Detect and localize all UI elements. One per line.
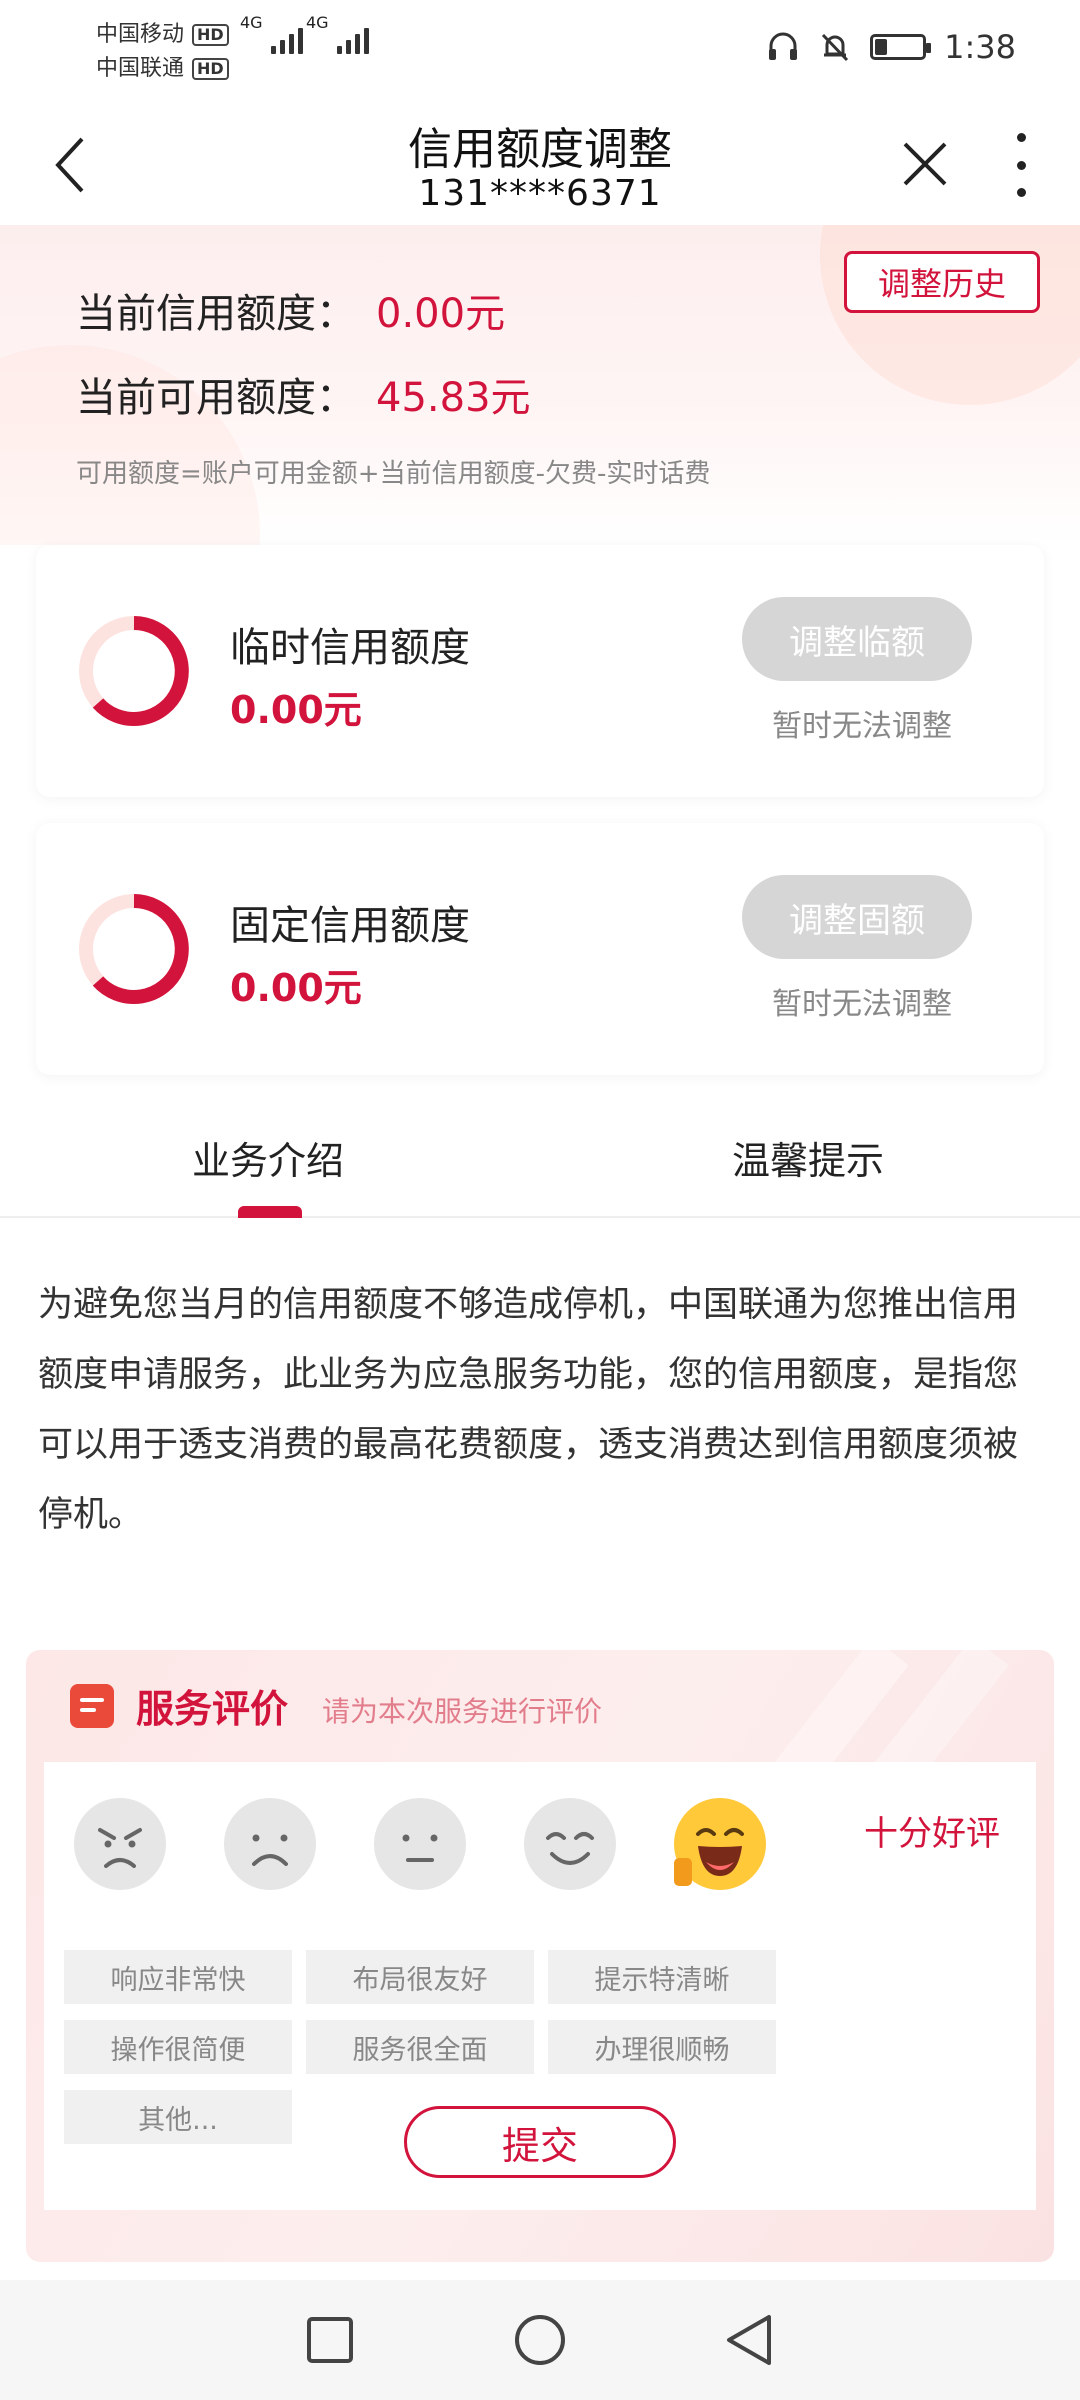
sad-face-icon[interactable] [224, 1798, 316, 1890]
tab-business-intro[interactable]: 业务介绍 [192, 1130, 344, 1185]
current-available-line: 当前可用额度： 45.83元 [76, 365, 531, 423]
system-nav-bar [0, 2280, 1080, 2400]
current-credit-value: 0.00元 [376, 291, 506, 337]
ring-progress-icon [79, 616, 189, 726]
dot-icon [1016, 133, 1026, 142]
evaluation-hint: 请为本次服务进行评价 [322, 1695, 603, 1728]
close-button[interactable] [890, 129, 960, 199]
ring-progress-icon [79, 894, 189, 1004]
tag-option[interactable]: 响应非常快 [64, 1950, 292, 2004]
adjust-fixed-button[interactable]: 调整固额 [742, 875, 972, 959]
fixed-credit-card: 固定信用额度 0.00元 调整固额 暂时无法调整 [36, 823, 1044, 1075]
tag-option[interactable]: 操作很简便 [64, 2020, 292, 2074]
neutral-face-icon[interactable] [374, 1798, 466, 1890]
cannot-adjust-note: 暂时无法调整 [772, 709, 952, 744]
adjust-temporary-button[interactable]: 调整临额 [742, 597, 972, 681]
tab-warm-tips[interactable]: 温馨提示 [732, 1130, 884, 1185]
home-button[interactable] [510, 2310, 570, 2370]
fixed-credit-label: 固定信用额度 [230, 903, 470, 949]
recent-apps-button[interactable] [300, 2310, 360, 2370]
formula-text: 可用额度=账户可用金额+当前信用额度-欠费-实时话费 [76, 459, 711, 489]
dot-icon [1016, 188, 1026, 197]
circle-icon [515, 2315, 565, 2365]
carrier-1: 中国移动 [96, 22, 185, 47]
square-icon [307, 2317, 353, 2363]
temporary-credit-label: 临时信用额度 [230, 625, 470, 671]
laughing-thumbs-up-face-icon[interactable] [674, 1798, 766, 1890]
evaluation-icon [70, 1684, 114, 1728]
close-icon [903, 142, 947, 186]
carrier-2: 中国联通 [96, 56, 185, 81]
status-bar: 中国移动 HD 中国联通 HD 4G 4G 1:38 [0, 0, 1080, 105]
network-type: 4G [240, 13, 263, 32]
status-right: 1:38 [766, 28, 1016, 66]
headset-icon [769, 32, 798, 60]
header-bar: 信用额度调整 131****6371 [0, 105, 1080, 225]
more-menu-button[interactable] [1006, 133, 1036, 197]
carrier-info: 中国移动 HD 中国联通 HD [96, 18, 229, 86]
active-tab-indicator [238, 1206, 302, 1218]
current-available-label: 当前可用额度： [76, 375, 356, 421]
evaluation-panel: 十分好评 响应非常快 布局很友好 提示特清晰 操作很简便 服务很全面 办理很顺畅… [44, 1762, 1036, 2210]
credit-summary: 调整历史 当前信用额度： 0.00元 当前可用额度： 45.83元 可用额度=账户可… [0, 225, 1080, 545]
credit-adjust-page: 中国移动 HD 中国联通 HD 4G 4G 1:38 信用额度调整 131***… [0, 0, 1080, 2400]
tag-option[interactable]: 办理很顺畅 [548, 2020, 776, 2074]
back-nav-button[interactable] [720, 2310, 780, 2370]
tag-option[interactable]: 布局很友好 [306, 1950, 534, 2004]
network-type: 4G [306, 13, 329, 32]
mute-bell-icon [822, 33, 849, 62]
submit-button[interactable]: 提交 [404, 2106, 676, 2178]
angry-face-icon[interactable] [74, 1798, 166, 1890]
tag-option[interactable]: 服务很全面 [306, 2020, 534, 2074]
adjust-history-button[interactable]: 调整历史 [844, 251, 1040, 313]
cannot-adjust-note: 暂时无法调整 [772, 987, 952, 1022]
fixed-credit-value: 0.00元 [230, 966, 362, 1010]
dot-icon [1016, 160, 1026, 170]
triangle-back-icon [727, 2315, 771, 2365]
tab-bar: 业务介绍 温馨提示 [0, 1100, 1080, 1218]
temporary-credit-value: 0.00元 [230, 688, 362, 732]
current-credit-label: 当前信用额度： [76, 291, 356, 337]
smile-face-icon[interactable] [524, 1798, 616, 1890]
hd-badge: HD [192, 58, 229, 80]
signal-icon: 4G [306, 13, 369, 54]
current-available-value: 45.83元 [376, 375, 531, 421]
current-credit-line: 当前信用额度： 0.00元 [76, 281, 505, 339]
battery-icon [870, 34, 932, 60]
tag-option[interactable]: 其他... [64, 2090, 292, 2144]
temporary-credit-card: 临时信用额度 0.00元 调整临额 暂时无法调整 [36, 545, 1044, 797]
hd-badge: HD [192, 24, 229, 46]
tag-option[interactable]: 提示特清晰 [548, 1950, 776, 2004]
rating-text: 十分好评 [864, 1814, 1000, 1854]
evaluation-title: 服务评价 [136, 1687, 289, 1731]
business-intro-text: 为避免您当月的信用额度不够造成停机，中国联通为您推出信用额度申请服务，此业务为应… [38, 1285, 1019, 1535]
rating-faces [74, 1798, 766, 1890]
service-evaluation: 服务评价 请为本次服务进行评价 十分好评 响应非常快 布局很友好 提示特清晰 操… [26, 1650, 1054, 2262]
signal-icon: 4G [240, 13, 303, 54]
clock: 1:38 [944, 28, 1016, 66]
